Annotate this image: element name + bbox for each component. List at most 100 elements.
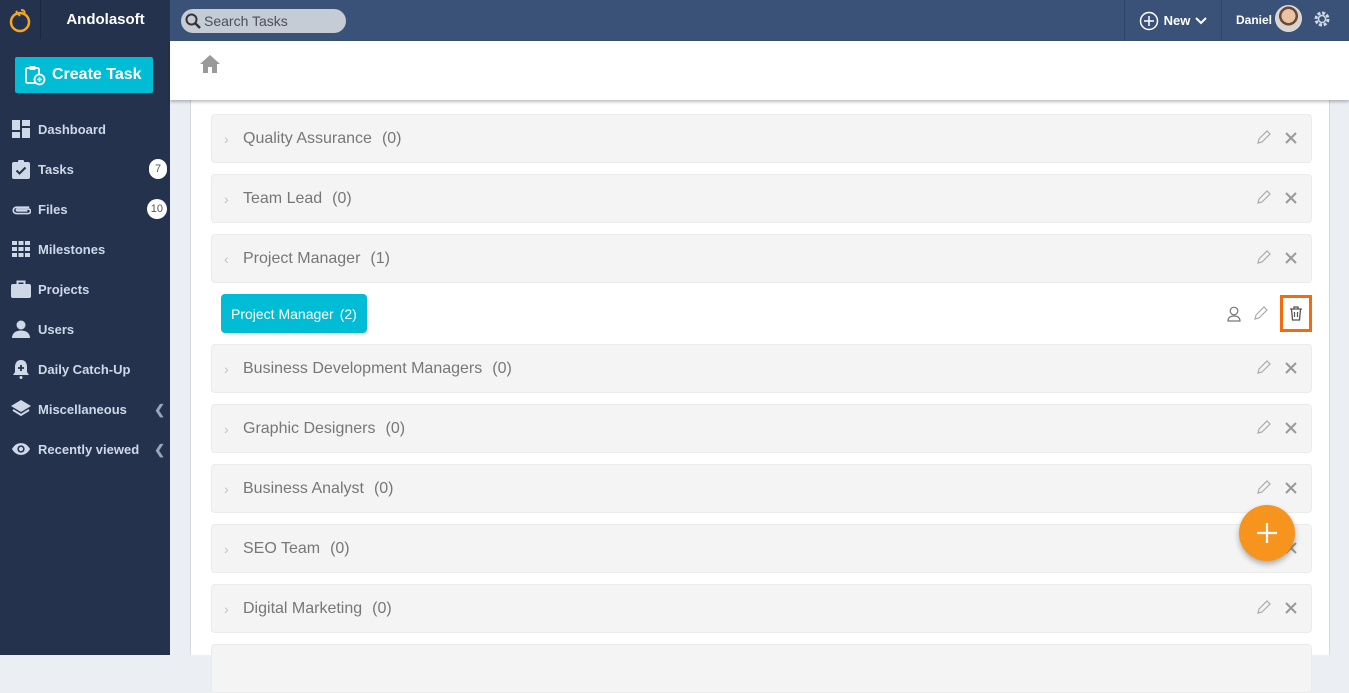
group-name: Team Lead [243, 189, 323, 207]
edit-icon[interactable] [1256, 190, 1271, 205]
group-count: (0) [372, 599, 392, 617]
group-row-partial[interactable] [211, 644, 1312, 693]
sidebar-item-label: Daily Catch-Up [38, 361, 131, 377]
chevron-right-icon[interactable]: › [224, 481, 236, 497]
sidebar-item-label: Files [38, 201, 68, 217]
edit-icon[interactable] [1256, 130, 1271, 145]
sidebar-item-label: Projects [38, 281, 90, 297]
group-name: Digital Marketing [243, 599, 363, 617]
user-icon [11, 319, 31, 339]
chevron-left-icon[interactable]: ‹ [224, 251, 236, 267]
user-groups-panel: › Quality Assurance (0) › Team Lead (0) … [190, 100, 1330, 693]
layers-icon [11, 399, 31, 419]
sidebar-item-recently-viewed[interactable]: Recently viewed ❮ [0, 429, 170, 469]
group-row[interactable]: › Business Analyst (0) [211, 464, 1312, 513]
delete-button-highlighted[interactable] [1280, 295, 1312, 332]
group-row[interactable]: › Graphic Designers (0) [211, 404, 1312, 453]
gear-icon[interactable] [1312, 9, 1332, 29]
close-icon[interactable] [1285, 131, 1297, 144]
brand-name: Andolasoft [41, 0, 170, 39]
chevron-right-icon[interactable]: › [224, 541, 236, 557]
group-name: Business Development Managers [243, 359, 483, 377]
edit-icon[interactable] [1256, 600, 1271, 615]
sidebar-item-milestones[interactable]: Milestones [0, 229, 170, 269]
trash-icon [1290, 306, 1302, 321]
group-name: Business Analyst [243, 479, 364, 497]
chevron-left-icon: ❮ [154, 402, 165, 417]
chevron-right-icon[interactable]: › [224, 361, 236, 377]
search-input[interactable] [204, 13, 339, 29]
group-name: Quality Assurance [243, 129, 372, 147]
plus-icon [1257, 523, 1277, 543]
subgroup-name: Project Manager [231, 305, 334, 322]
sidebar: Create Task Dashboard Tasks 7 Files 10 M… [0, 39, 170, 655]
sidebar-item-projects[interactable]: Projects [0, 269, 170, 309]
dashboard-icon [11, 119, 31, 139]
group-count: (1) [370, 249, 390, 267]
home-icon[interactable] [200, 55, 220, 73]
close-icon[interactable] [1285, 191, 1297, 204]
brand-logo[interactable] [0, 0, 41, 39]
subgroup-count: (2) [339, 305, 357, 322]
search-icon [185, 13, 201, 29]
sidebar-item-label: Milestones [38, 241, 106, 257]
group-count: (0) [332, 189, 352, 207]
close-icon[interactable] [1285, 251, 1297, 264]
edit-icon[interactable] [1253, 306, 1268, 321]
user-outline-icon[interactable] [1227, 306, 1241, 322]
group-name: Graphic Designers [243, 419, 376, 437]
chevron-left-icon: ❮ [154, 442, 165, 457]
group-row-expanded[interactable]: ‹ Project Manager (1) [211, 234, 1312, 283]
chevron-right-icon[interactable]: › [224, 601, 236, 617]
top-header: Andolasoft New Daniel [0, 0, 1349, 41]
chevron-right-icon[interactable]: › [224, 191, 236, 207]
user-name[interactable]: Daniel [1236, 13, 1272, 27]
group-row[interactable]: › Digital Marketing (0) [211, 584, 1312, 633]
sidebar-item-label: Dashboard [38, 121, 106, 137]
sidebar-item-miscellaneous[interactable]: Miscellaneous ❮ [0, 389, 170, 429]
search-box[interactable] [181, 9, 346, 33]
chevron-down-icon [1195, 16, 1208, 24]
clipboard-plus-icon [25, 66, 46, 86]
close-icon[interactable] [1285, 421, 1297, 434]
subgroup-row: Project Manager (2) [211, 284, 1312, 344]
sidebar-nav: Dashboard Tasks 7 Files 10 Milestones Pr… [0, 109, 170, 469]
group-row[interactable]: › Team Lead (0) [211, 174, 1312, 223]
group-row[interactable]: › Quality Assurance (0) [211, 114, 1312, 163]
group-row[interactable]: › Business Development Managers (0) [211, 344, 1312, 393]
sidebar-item-users[interactable]: Users [0, 309, 170, 349]
sidebar-item-label: Miscellaneous [38, 401, 127, 417]
new-label: New [1163, 13, 1191, 28]
tasks-icon [11, 159, 31, 179]
close-icon[interactable] [1285, 481, 1297, 494]
chevron-right-icon[interactable]: › [224, 421, 236, 437]
edit-icon[interactable] [1256, 360, 1271, 375]
sidebar-item-label: Tasks [38, 161, 74, 177]
sidebar-item-dashboard[interactable]: Dashboard [0, 109, 170, 149]
sidebar-item-tasks[interactable]: Tasks 7 [0, 149, 170, 189]
edit-icon[interactable] [1256, 480, 1271, 495]
add-group-fab[interactable] [1239, 505, 1295, 561]
close-icon[interactable] [1285, 601, 1297, 614]
group-count: (0) [492, 359, 512, 377]
files-count-badge: 10 [146, 199, 167, 219]
group-count: (0) [385, 419, 406, 437]
new-button[interactable]: New [1124, 0, 1222, 41]
sidebar-item-daily-catch-up[interactable]: Daily Catch-Up [0, 349, 170, 389]
close-icon[interactable] [1285, 361, 1297, 374]
group-count: (0) [373, 479, 394, 497]
edit-icon[interactable] [1256, 420, 1271, 435]
subgroup-pill[interactable]: Project Manager (2) [221, 294, 367, 333]
chevron-right-icon[interactable]: › [224, 131, 236, 147]
tasks-count-badge: 7 [149, 159, 167, 179]
group-row[interactable]: › SEO Team (0) [211, 524, 1312, 573]
group-count: (0) [330, 539, 350, 557]
avatar[interactable] [1275, 5, 1302, 32]
group-name: SEO Team [243, 539, 321, 557]
edit-icon[interactable] [1256, 250, 1271, 265]
plus-circle-icon [1139, 11, 1158, 30]
sidebar-item-files[interactable]: Files 10 [0, 189, 170, 229]
logo-icon [9, 8, 31, 32]
create-task-button[interactable]: Create Task [15, 57, 153, 93]
eye-icon [11, 439, 31, 459]
